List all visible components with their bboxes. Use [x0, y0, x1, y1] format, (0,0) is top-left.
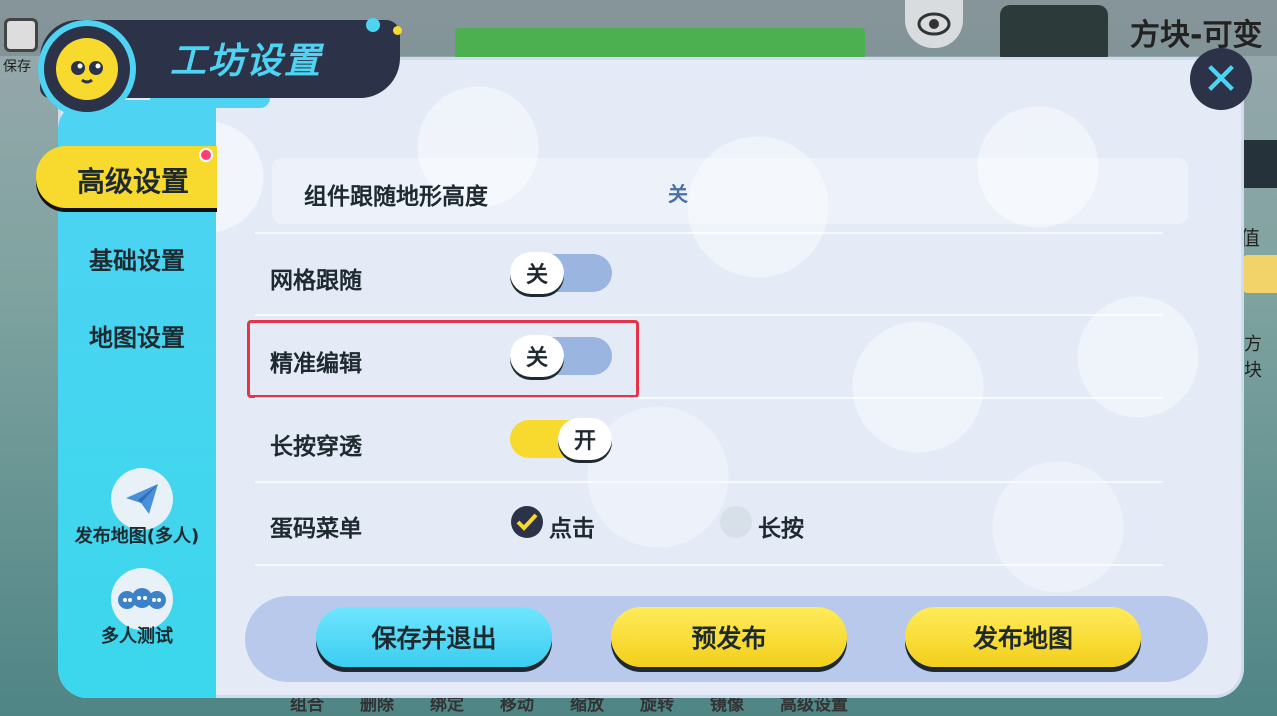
close-icon: ✕ [1202, 53, 1240, 105]
save-label: 保存 [3, 59, 31, 75]
right-dark-strip [1240, 140, 1277, 188]
egg-menu-click-label[interactable]: 点击 [549, 509, 595, 543]
pre-publish-button[interactable]: 预发布 [611, 607, 847, 667]
save-icon[interactable] [4, 18, 38, 52]
precise-edit-knob: 关 [510, 335, 564, 377]
sidebar-item-basic[interactable]: 基础设置 [58, 241, 216, 276]
grid-follow-label: 网格跟随 [270, 268, 362, 294]
logo-face-icon [56, 38, 118, 100]
publish-multi-label: 发布地图(多人) [74, 526, 200, 547]
egg-menu-longpress-radio[interactable] [720, 506, 752, 538]
page-title: 工坊设置 [170, 41, 323, 82]
right-label-block: 方块 [1244, 334, 1262, 381]
long-press-through-toggle[interactable]: 开 [510, 418, 612, 460]
precise-edit-toggle[interactable]: 关 [510, 335, 612, 377]
row-divider [255, 481, 1163, 483]
publish-multi-button[interactable] [111, 468, 173, 530]
long-press-through-knob: 开 [558, 418, 612, 460]
close-button[interactable]: ✕ [1190, 48, 1252, 110]
eye-icon [917, 12, 951, 36]
workshop-logo [38, 20, 136, 118]
row-divider [255, 314, 1163, 316]
precise-edit-label: 精准编辑 [270, 351, 362, 377]
save-exit-button[interactable]: 保存并退出 [316, 607, 552, 667]
multi-test-button[interactable] [111, 568, 173, 630]
sidebar-item-map[interactable]: 地图设置 [58, 318, 216, 353]
grid-follow-toggle[interactable]: 关 [510, 252, 612, 294]
egg-menu-label: 蛋码菜单 [270, 516, 362, 542]
publish-map-button[interactable]: 发布地图 [905, 607, 1141, 667]
egg-menu-longpress-label[interactable]: 长按 [758, 509, 804, 543]
multi-test-label: 多人测试 [101, 626, 173, 647]
checkmark-icon [516, 513, 538, 531]
decor-dot-cyan [366, 18, 380, 32]
grid-follow-knob: 关 [510, 252, 564, 294]
multiplayer-icon [118, 588, 166, 609]
map-title: 方块-可变 [1130, 18, 1263, 53]
row-divider [255, 232, 1163, 234]
paper-plane-icon [126, 484, 158, 514]
row-divider [255, 397, 1163, 399]
egg-menu-click-radio[interactable] [511, 506, 543, 538]
right-yellow-box[interactable] [1242, 255, 1277, 293]
block-thumbnail[interactable] [1000, 5, 1108, 65]
row-divider [255, 564, 1163, 566]
terrain-follow-label: 组件跟随地形高度 [304, 184, 488, 210]
decor-dot-yellow [393, 26, 402, 35]
terrain-follow-value[interactable]: 关 [668, 178, 688, 207]
long-press-through-label: 长按穿透 [270, 434, 362, 460]
sidebar-item-advanced[interactable]: 高级设置 [58, 160, 208, 200]
